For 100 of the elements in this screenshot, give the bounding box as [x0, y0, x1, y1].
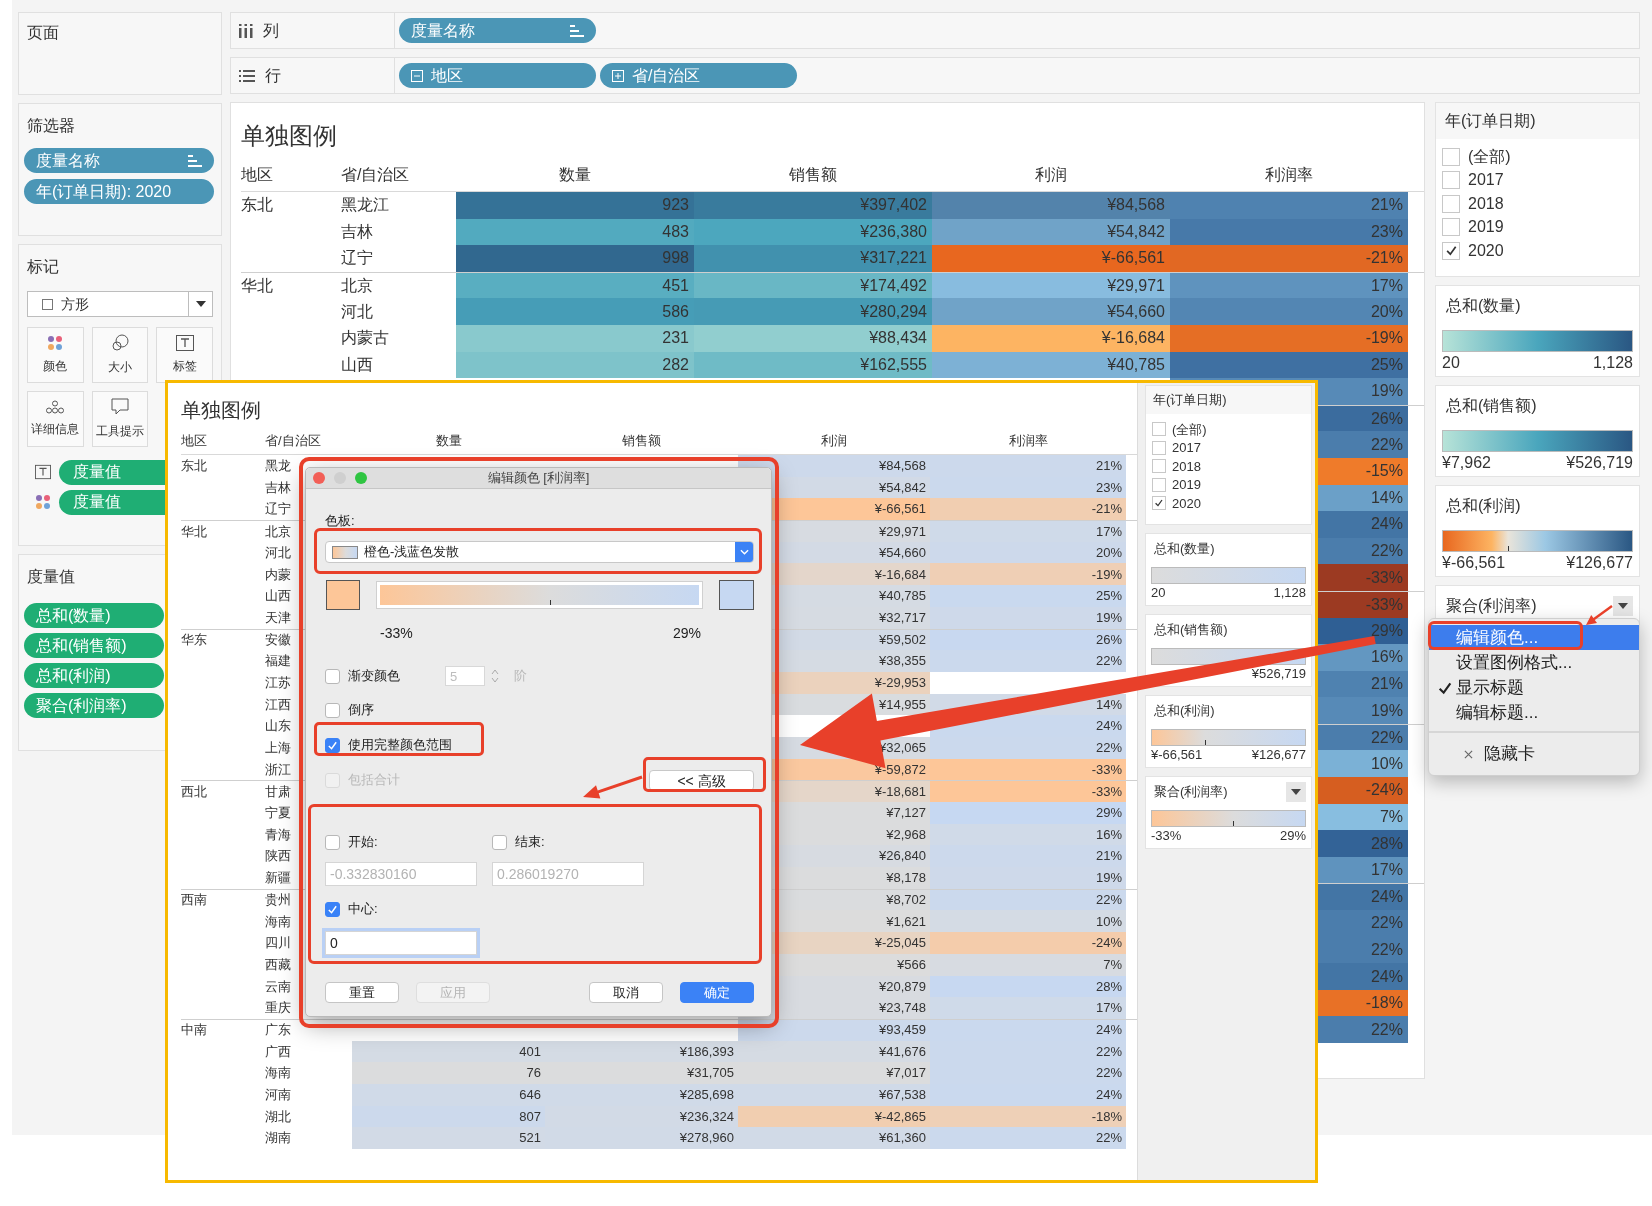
checkbox[interactable] — [325, 834, 340, 850]
menu-item[interactable]: 隐藏卡 — [1429, 739, 1639, 769]
checkbox-label: (全部) — [1468, 146, 1511, 167]
legend-menu-button[interactable] — [1286, 782, 1306, 802]
field-pill[interactable]: 度量值 — [59, 459, 165, 485]
table-cell: 483 — [456, 218, 694, 246]
collapse-icon[interactable] — [411, 69, 423, 82]
rows-icon — [239, 69, 255, 82]
field-pill[interactable]: 总和(数量) — [24, 603, 164, 628]
legend-title: 总和(数量) — [1446, 296, 1521, 316]
checkbox-label: 2020 — [1468, 240, 1504, 261]
province-label: 海南 — [265, 1064, 291, 1083]
checkbox[interactable] — [1152, 440, 1166, 455]
column-header: 省/自治区 — [265, 431, 321, 450]
field-pill[interactable]: 度量值 — [59, 489, 165, 515]
table-cell: ¥397,402 — [694, 192, 932, 219]
column-header: 地区 — [241, 164, 273, 185]
mark-card-button[interactable]: 工具提示 — [91, 391, 149, 447]
province-label: 山东 — [265, 717, 291, 736]
column-header: 利润率 — [1265, 164, 1313, 185]
field-pill[interactable]: 地区 — [399, 63, 596, 88]
mark-card-button[interactable]: 详细信息 — [27, 391, 84, 447]
checkbox[interactable] — [492, 834, 507, 850]
field-pill[interactable]: 度量名称 — [399, 18, 596, 43]
column-header: 利润率 — [1008, 431, 1048, 450]
view-title: 单独图例 — [181, 398, 261, 423]
table-cell: 231 — [456, 324, 694, 352]
palette-dropdown[interactable]: 橙色-浅蓝色发散 — [325, 541, 754, 563]
table-cell: 29% — [930, 802, 1126, 824]
mark-card-button[interactable]: 大小 — [91, 327, 149, 383]
table-cell: 23% — [1170, 218, 1408, 246]
mark-type-dropdown[interactable]: 方形 — [27, 291, 213, 317]
column-header: 利润 — [821, 431, 847, 450]
province-label: 黑龙 — [265, 457, 291, 476]
checkbox[interactable] — [325, 737, 340, 753]
field-pill[interactable]: 总和(利润) — [24, 663, 164, 688]
dialog-button[interactable]: 确定 — [680, 982, 754, 1003]
table-cell: 22% — [930, 1040, 1126, 1063]
checkbox[interactable] — [1442, 194, 1460, 213]
dialog-button[interactable]: 取消 — [589, 982, 663, 1003]
table-cell: ¥88,434 — [694, 324, 932, 352]
province-label: 北京 — [341, 275, 373, 296]
card-title: 筛选器 — [27, 116, 75, 136]
mark-card-button[interactable]: 颜色 — [27, 327, 84, 383]
center-field[interactable]: 0 — [325, 931, 477, 955]
table-cell: ¥-66,561 — [932, 245, 1170, 272]
table-cell: ¥93,459 — [738, 1019, 930, 1041]
checkbox[interactable] — [1442, 218, 1460, 237]
table-cell: -33% — [930, 781, 1126, 802]
menu-item[interactable]: 显示标题 — [1429, 675, 1639, 700]
start-color-swatch[interactable] — [326, 580, 360, 610]
zoom-button[interactable] — [355, 472, 367, 484]
province-label: 海南 — [265, 912, 291, 931]
table-cell: 16% — [930, 823, 1126, 846]
legend-menu-button[interactable] — [1613, 596, 1633, 616]
field-pill[interactable]: 省/自治区 — [600, 63, 797, 88]
checkbox[interactable] — [325, 668, 340, 684]
checkbox[interactable] — [1152, 422, 1166, 437]
dialog-button[interactable]: 重置 — [325, 982, 399, 1003]
range-max-label: 29% — [672, 623, 701, 643]
table-cell: ¥186,393 — [545, 1040, 738, 1063]
legend-title: 总和(利润) — [1446, 496, 1521, 516]
color-dots-icon — [47, 335, 64, 351]
checkbox-label: 中心: — [348, 900, 378, 919]
table-cell: 21% — [930, 845, 1126, 868]
close-button[interactable] — [313, 472, 325, 484]
table-cell: ¥-42,865 — [738, 1105, 930, 1128]
field-pill[interactable]: 年(订单日期): 2020 — [24, 179, 214, 204]
mark-card-button[interactable]: 标签 — [156, 327, 213, 383]
table-cell: 25% — [930, 585, 1126, 607]
stepper-icon[interactable] — [490, 667, 500, 685]
checkbox[interactable] — [1152, 459, 1166, 474]
card-title: 度量值 — [27, 567, 75, 587]
field-label: 色板: — [325, 511, 355, 530]
checkbox[interactable] — [1152, 477, 1166, 492]
table-cell: 21% — [1170, 192, 1408, 219]
checkbox[interactable] — [325, 702, 340, 718]
checkbox[interactable] — [1442, 241, 1460, 260]
field-pill[interactable]: 聚合(利润率) — [24, 693, 164, 718]
checkbox[interactable] — [325, 901, 340, 917]
menu-item[interactable]: 编辑标题... — [1429, 700, 1639, 725]
field-pill[interactable]: 度量名称 — [24, 148, 214, 173]
advanced-button[interactable]: << 高级 — [649, 769, 754, 791]
table-cell: 22% — [930, 889, 1126, 911]
province-label: 浙江 — [265, 760, 291, 779]
province-label: 陕西 — [265, 847, 291, 866]
end-color-swatch[interactable] — [719, 580, 754, 610]
check-icon — [1444, 244, 1458, 258]
province-label: 四川 — [265, 934, 291, 953]
province-label: 广西 — [265, 1042, 291, 1061]
legend-max: ¥526,719 — [1566, 453, 1633, 473]
checkbox[interactable] — [1442, 147, 1460, 166]
table-cell: ¥67,538 — [738, 1083, 930, 1106]
expand-icon[interactable] — [612, 69, 624, 82]
checkbox[interactable] — [1442, 171, 1460, 190]
table-cell: -33% — [930, 758, 1126, 781]
province-label: 吉林 — [265, 478, 291, 497]
checkbox[interactable] — [1152, 496, 1166, 511]
field-pill[interactable]: 总和(销售额) — [24, 633, 164, 658]
menu-item[interactable]: 设置图例格式... — [1429, 650, 1639, 675]
